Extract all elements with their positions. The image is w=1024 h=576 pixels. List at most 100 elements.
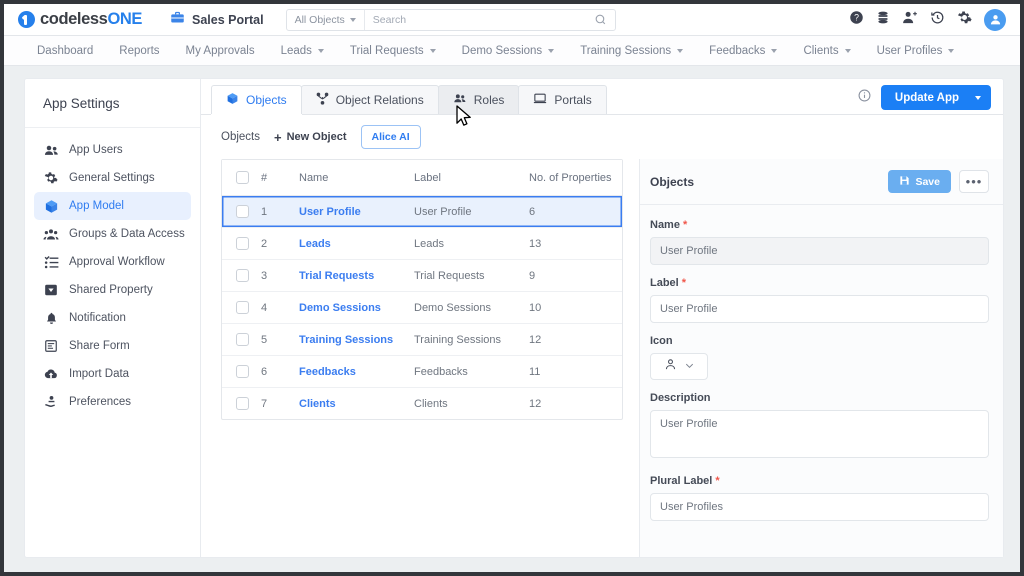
settings-sidebar: App Settings App Users General Settings [24, 78, 200, 558]
nav-label: Trial Requests [350, 45, 424, 57]
more-options-button[interactable]: ••• [959, 170, 989, 193]
row-name-link[interactable]: Demo Sessions [299, 302, 381, 314]
alice-ai-button[interactable]: Alice AI [361, 125, 421, 149]
sidebar-item-app-users[interactable]: App Users [34, 136, 191, 164]
table-row[interactable]: 1 User Profile User Profile 6 [222, 196, 622, 228]
gear-icon[interactable] [957, 10, 972, 30]
search-input[interactable] [365, 10, 594, 30]
row-checkbox[interactable] [236, 333, 249, 346]
save-button[interactable]: Save [888, 170, 951, 193]
nav-item-user-profiles[interactable]: User Profiles [864, 36, 968, 65]
chevron-down-icon [684, 358, 695, 376]
row-checkbox[interactable] [236, 269, 249, 282]
row-name[interactable]: Leads [293, 228, 408, 260]
table-row[interactable]: 4 Demo Sessions Demo Sessions 10 [222, 292, 622, 324]
chevron-down-icon [677, 49, 683, 53]
icon-select[interactable] [650, 353, 708, 380]
relations-icon [316, 92, 329, 108]
row-name[interactable]: Trial Requests [293, 260, 408, 292]
logo-mark-icon [18, 11, 35, 28]
row-name-link[interactable]: Feedbacks [299, 366, 356, 378]
row-checkbox[interactable] [236, 205, 249, 218]
details-panel-actions: Save ••• [888, 170, 989, 193]
portal-switcher[interactable]: Sales Portal [170, 10, 264, 30]
row-name[interactable]: Feedbacks [293, 356, 408, 388]
row-checkbox[interactable] [236, 397, 249, 410]
row-name[interactable]: Demo Sessions [293, 292, 408, 324]
row-name[interactable]: Training Sessions [293, 324, 408, 356]
search-icon[interactable] [594, 13, 615, 26]
global-search[interactable]: All Objects [286, 9, 616, 31]
search-scope-select[interactable]: All Objects [287, 10, 365, 30]
nav-item-reports[interactable]: Reports [106, 36, 172, 65]
row-checkbox[interactable] [236, 301, 249, 314]
new-object-label: New Object [287, 131, 347, 143]
sidebar-item-shared-property[interactable]: Shared Property [34, 276, 191, 304]
help-icon[interactable]: ? [849, 10, 864, 30]
sidebar-item-share-form[interactable]: Share Form [34, 332, 191, 360]
info-icon[interactable] [858, 89, 871, 107]
sidebar-item-preferences[interactable]: Preferences [34, 388, 191, 416]
sidebar-item-label: Import Data [69, 368, 129, 380]
sidebar-item-groups-data-access[interactable]: Groups & Data Access [34, 220, 191, 248]
logo-text-bold: ONE [107, 10, 142, 28]
table-row[interactable]: 6 Feedbacks Feedbacks 11 [222, 356, 622, 388]
plus-icon: + [274, 131, 282, 144]
history-icon[interactable] [930, 10, 945, 30]
tab-object-relations[interactable]: Object Relations [301, 85, 439, 114]
new-object-button[interactable]: + New Object [274, 131, 347, 144]
row-name[interactable]: User Profile [293, 196, 408, 228]
label-input[interactable] [650, 295, 989, 323]
sidebar-item-app-model[interactable]: App Model [34, 192, 191, 220]
row-name-link[interactable]: User Profile [299, 206, 361, 218]
logo-text-light: codeless [40, 10, 107, 28]
tab-objects[interactable]: Objects [211, 85, 302, 114]
field-description-label: Description [650, 392, 989, 404]
avatar[interactable] [984, 9, 1006, 31]
table-row[interactable]: 2 Leads Leads 13 [222, 228, 622, 260]
add-user-icon[interactable] [902, 10, 918, 30]
tab-portals[interactable]: Portals [518, 85, 606, 114]
search-scope-label: All Objects [295, 14, 345, 26]
nav-item-trial-requests[interactable]: Trial Requests [337, 36, 449, 65]
row-name-link[interactable]: Leads [299, 238, 331, 250]
sidebar-item-label: General Settings [69, 172, 155, 184]
table-row[interactable]: 7 Clients Clients 12 [222, 388, 622, 419]
row-checkbox[interactable] [236, 237, 249, 250]
plural-label-input[interactable] [650, 493, 989, 521]
gear-icon [43, 171, 59, 185]
row-props: 12 [523, 324, 622, 356]
sidebar-item-general-settings[interactable]: General Settings [34, 164, 191, 192]
nav-item-dashboard[interactable]: Dashboard [24, 36, 106, 65]
field-plural-label-label: Plural Label * [650, 475, 989, 487]
nav-label: Clients [803, 45, 838, 57]
objects-subbar: Objects + New Object Alice AI [201, 115, 1003, 159]
nav-item-training-sessions[interactable]: Training Sessions [567, 36, 696, 65]
app-logo[interactable]: codelessONE [18, 10, 142, 29]
tab-roles[interactable]: Roles [438, 85, 520, 114]
portal-icon [533, 92, 547, 108]
row-name[interactable]: Clients [293, 388, 408, 419]
nav-label: User Profiles [877, 45, 943, 57]
table-row[interactable]: 5 Training Sessions Training Sessions 12 [222, 324, 622, 356]
select-all-checkbox[interactable] [236, 171, 249, 184]
row-name-link[interactable]: Clients [299, 398, 336, 410]
nav-item-leads[interactable]: Leads [268, 36, 337, 65]
description-textarea[interactable]: User Profile [650, 410, 989, 458]
row-name-link[interactable]: Trial Requests [299, 270, 374, 282]
name-input[interactable] [650, 237, 989, 265]
chevron-down-icon[interactable] [975, 96, 981, 100]
row-name-link[interactable]: Training Sessions [299, 334, 393, 346]
nav-item-feedbacks[interactable]: Feedbacks [696, 36, 790, 65]
sidebar-item-approval-workflow[interactable]: Approval Workflow [34, 248, 191, 276]
alice-ai-label: Alice AI [372, 131, 410, 143]
database-icon[interactable] [876, 10, 890, 30]
sidebar-item-notification[interactable]: Notification [34, 304, 191, 332]
row-checkbox[interactable] [236, 365, 249, 378]
nav-item-my-approvals[interactable]: My Approvals [173, 36, 268, 65]
table-row[interactable]: 3 Trial Requests Trial Requests 9 [222, 260, 622, 292]
sidebar-item-import-data[interactable]: Import Data [34, 360, 191, 388]
update-app-button[interactable]: Update App [881, 85, 991, 110]
nav-item-demo-sessions[interactable]: Demo Sessions [449, 36, 568, 65]
nav-item-clients[interactable]: Clients [790, 36, 863, 65]
